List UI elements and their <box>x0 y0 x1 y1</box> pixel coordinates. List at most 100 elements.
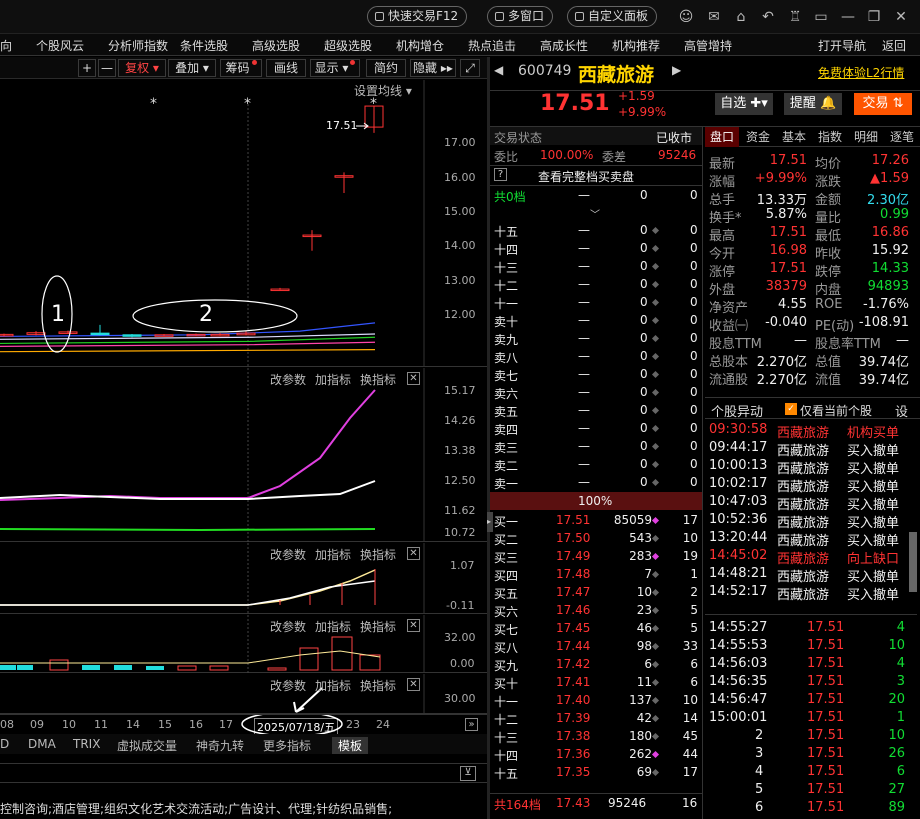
buy-level-row[interactable]: 买七 17.45 46 5 <box>490 619 702 637</box>
zoom-out-button[interactable]: — <box>98 59 116 77</box>
overlay-button[interactable]: 叠加 ▾ <box>168 59 216 77</box>
movement-row[interactable]: 09:44:17 西藏旅游 买入撤单 <box>705 439 917 459</box>
edit-params-button[interactable]: 改参数 <box>270 371 306 388</box>
tab-td9[interactable]: 神奇九转 <box>196 737 244 754</box>
buy-level-row[interactable]: 十一 17.40 137 10 <box>490 691 702 709</box>
menu-item[interactable]: 分析师指数 <box>108 37 168 54</box>
shirt-icon[interactable]: ♖ <box>787 9 803 25</box>
movement-row[interactable]: 14:45:02 西藏旅游 向上缺口 <box>705 547 917 567</box>
sell-level-row[interactable]: 卖七 —0 0 <box>490 365 702 383</box>
next-stock-icon[interactable]: ▶ <box>672 63 681 77</box>
menu-item[interactable]: 返回 <box>882 37 906 54</box>
fullscreen-icon[interactable]: ⤢ <box>460 59 480 77</box>
add-indicator-button[interactable]: 加指标 <box>315 618 351 635</box>
sell-level-row[interactable]: 十五 —0 0 <box>490 221 702 239</box>
tab-dma[interactable]: DMA <box>28 737 56 751</box>
tab-more-indicators[interactable]: 更多指标 <box>263 737 311 754</box>
movement-row[interactable]: 10:00:13 西藏旅游 买入撤单 <box>705 457 917 477</box>
buy-level-row[interactable]: 买四 17.48 7 1 <box>490 565 702 583</box>
menu-item[interactable]: 高级选股 <box>252 37 300 54</box>
add-indicator-button[interactable]: 加指标 <box>315 371 351 388</box>
close-icon[interactable]: ✕ <box>893 9 909 25</box>
multi-window-button[interactable]: 多窗口 <box>487 6 554 27</box>
sell-level-row[interactable]: 卖三 —0 0 <box>490 437 702 455</box>
edit-params-button[interactable]: 改参数 <box>270 546 306 563</box>
buy-level-row[interactable]: 买九 17.42 6 6 <box>490 655 702 673</box>
close-pane-icon[interactable]: ✕ <box>407 372 420 385</box>
display-button[interactable]: 显示 ▾ <box>310 59 360 77</box>
l2-trial-link[interactable]: 免费体验L2行情 <box>818 64 904 81</box>
prev-stock-icon[interactable]: ◀ <box>494 63 503 77</box>
menu-item[interactable]: 机构增仓 <box>396 37 444 54</box>
menu-item[interactable]: 机构推荐 <box>612 37 660 54</box>
menu-item[interactable]: 高成长性 <box>540 37 588 54</box>
buy-level-row[interactable]: 十五 17.35 69 17 <box>490 763 702 781</box>
candlestick-chart[interactable]: * * * <box>0 80 487 367</box>
menu-item[interactable]: 打开导航 <box>818 37 866 54</box>
buy-level-row[interactable]: 十三 17.38 180 45 <box>490 727 702 745</box>
buy-level-row[interactable]: 买三 17.49 283 19 <box>490 547 702 565</box>
edit-params-button[interactable]: 改参数 <box>270 677 306 694</box>
sell-level-row[interactable]: 卖八 —0 0 <box>490 347 702 365</box>
menu-item[interactable]: 超级选股 <box>324 37 372 54</box>
buy-level-row[interactable]: 买五 17.47 10 2 <box>490 583 702 601</box>
home-icon[interactable]: ⌂ <box>733 9 749 25</box>
movement-row[interactable]: 10:47:03 西藏旅游 买入撤单 <box>705 493 917 513</box>
restore-icon[interactable]: ❐ <box>866 9 882 25</box>
movement-settings-button[interactable]: 设 <box>895 401 908 420</box>
scroll-right-icon[interactable]: » <box>465 718 478 731</box>
movement-row[interactable]: 09:30:58 西藏旅游 机构买单 <box>705 421 917 441</box>
tab-tick-by-tick[interactable]: 逐笔 <box>885 127 919 147</box>
sell-level-row[interactable]: 卖九 —0 0 <box>490 329 702 347</box>
mail-icon[interactable]: ✉ <box>706 9 722 25</box>
sell-level-row[interactable]: 卖一 —0 0 <box>490 473 702 491</box>
close-pane-icon[interactable]: ✕ <box>407 678 420 691</box>
simple-button[interactable]: 简约 <box>366 59 406 77</box>
sell-level-row[interactable]: 十二 —0 0 <box>490 275 702 293</box>
movement-row[interactable]: 13:20:44 西藏旅游 买入撤单 <box>705 529 917 549</box>
minimize-small-icon[interactable]: ▭ <box>813 9 829 25</box>
edit-params-button[interactable]: 改参数 <box>270 618 306 635</box>
fuquan-button[interactable]: 复权 ▾ <box>118 59 166 77</box>
sell-level-row[interactable]: 卖五 —0 0 <box>490 401 702 419</box>
collapse-chevron-icon[interactable]: ﹀ <box>590 206 600 221</box>
change-indicator-button[interactable]: 换指标 <box>360 546 396 563</box>
movement-row[interactable]: 14:52:17 西藏旅游 买入撤单 <box>705 583 917 603</box>
change-indicator-button[interactable]: 换指标 <box>360 677 396 694</box>
collapse-icon[interactable]: ⊻ <box>460 766 476 781</box>
close-pane-icon[interactable]: ✕ <box>407 619 420 632</box>
tab-funds[interactable]: 资金 <box>741 127 775 147</box>
tab-template[interactable]: 模板 <box>332 737 369 754</box>
chips-button[interactable]: 筹码 <box>220 59 262 77</box>
sell-level-row[interactable]: 十四 —0 0 <box>490 239 702 257</box>
menu-item[interactable]: 热点追击 <box>468 37 516 54</box>
add-indicator-button[interactable]: 加指标 <box>315 546 351 563</box>
full-depth-row[interactable]: ? 查看完整档买卖盘 <box>490 165 702 184</box>
buy-level-row[interactable]: 买十 17.41 11 6 <box>490 673 702 691</box>
close-pane-icon[interactable]: ✕ <box>407 547 420 560</box>
movement-row[interactable]: 10:02:17 西藏旅游 买入撤单 <box>705 475 917 495</box>
quick-trade-button[interactable]: 快速交易F12 <box>367 6 468 27</box>
sell-level-row[interactable]: 卖四 —0 0 <box>490 419 702 437</box>
buy-level-row[interactable]: 买六 17.46 23 5 <box>490 601 702 619</box>
add-indicator-button[interactable]: 加指标 <box>315 677 351 694</box>
movement-row[interactable]: 14:48:21 西藏旅游 买入撤单 <box>705 565 917 585</box>
change-indicator-button[interactable]: 换指标 <box>360 371 396 388</box>
tab-trix[interactable]: TRIX <box>73 737 100 751</box>
tab-index[interactable]: 指数 <box>813 127 847 147</box>
buy-level-row[interactable]: 买一 17.51 85059 17 <box>490 511 702 529</box>
draw-line-button[interactable]: 画线 <box>266 59 306 77</box>
zoom-in-button[interactable]: + <box>78 59 96 77</box>
tab-pankou[interactable]: 盘口 <box>705 127 739 147</box>
movement-row[interactable]: 10:52:36 西藏旅游 买入撤单 <box>705 511 917 531</box>
buy-level-row[interactable]: 十二 17.39 42 14 <box>490 709 702 727</box>
buy-level-row[interactable]: 十四 17.36 262 44 <box>490 745 702 763</box>
only-current-checkbox[interactable]: ✓ <box>785 403 797 415</box>
watchlist-button[interactable]: 自选 ✚▾ <box>715 93 773 115</box>
tab-d[interactable]: D <box>0 737 9 751</box>
tab-detail[interactable]: 明细 <box>849 127 883 147</box>
user-icon[interactable]: ☺ <box>678 9 694 25</box>
menu-item[interactable]: 个股风云 <box>36 37 84 54</box>
custom-panel-button[interactable]: 自定义面板 <box>567 6 658 27</box>
back-icon[interactable]: ↶ <box>760 9 776 25</box>
